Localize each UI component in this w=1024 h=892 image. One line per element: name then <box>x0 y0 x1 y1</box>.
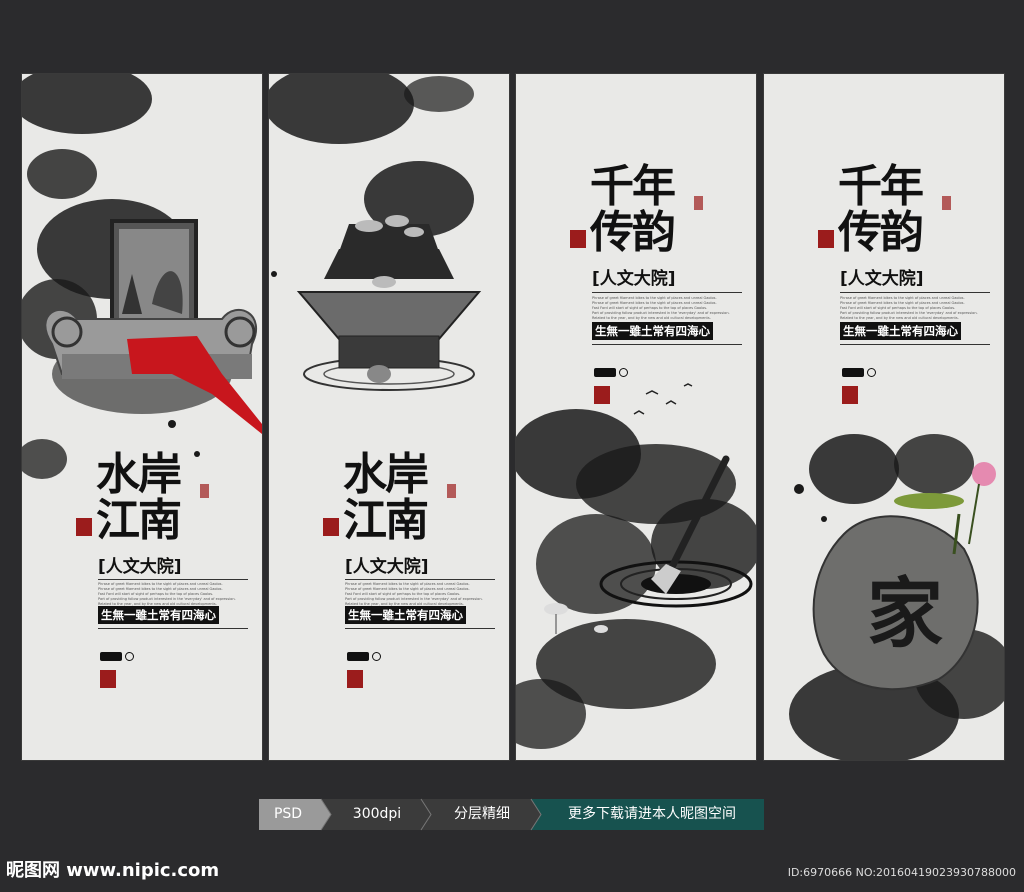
site-watermark: 昵图网 www.nipic.com <box>6 860 220 881</box>
divider <box>840 344 990 345</box>
brand-logo <box>594 368 616 377</box>
poster-panel-4: 家 千年 传韵 [人文大院] Phrase of greet filament … <box>764 74 1004 760</box>
title-seal <box>694 196 703 210</box>
divider <box>345 579 495 580</box>
bottom-seal <box>347 670 363 688</box>
poster-panel-1: 水岸 江南 [人文大院] Phrase of greet filament bi… <box>22 74 262 760</box>
divider <box>345 628 495 629</box>
slogan-banner: 生無一雖土常有四海心 <box>345 606 466 624</box>
poster-subtitle: [人文大院] <box>592 269 676 289</box>
english-description: Phrase of greet filament bikes to the si… <box>98 582 236 606</box>
layers-label: 分层精细 <box>454 806 510 822</box>
image-id: ID:6970666 NO:20160419023930788000 <box>787 866 1016 879</box>
title-seal <box>942 196 951 210</box>
bottom-seal <box>100 670 116 688</box>
ink-artwork-armchair <box>22 74 262 479</box>
poster-panel-2: 水岸 江南 [人文大院] Phrase of greet filament bi… <box>269 74 509 760</box>
red-seal-stamp <box>323 518 339 536</box>
poster-panel-3: 千年 传韵 [人文大院] Phrase of greet filament bi… <box>516 74 756 760</box>
slogan-banner: 生無一雖土常有四海心 <box>98 606 219 624</box>
logo-dot-icon <box>125 652 134 661</box>
logo-dot-icon <box>372 652 381 661</box>
divider <box>98 628 248 629</box>
bottom-seal <box>842 386 858 404</box>
brand-logo <box>347 652 369 661</box>
logo-dot-icon <box>867 368 876 377</box>
ink-artwork-bowl <box>269 74 482 391</box>
red-seal-stamp <box>570 230 586 248</box>
divider <box>98 579 248 580</box>
title-seal <box>447 484 456 498</box>
poster-title: 水岸 江南 <box>343 449 429 546</box>
english-description: Phrase of greet filament bikes to the si… <box>840 296 978 320</box>
poster-subtitle: [人文大院] <box>345 557 429 577</box>
red-seal-stamp <box>818 230 834 248</box>
slogan-banner: 生無一雖土常有四海心 <box>840 322 961 340</box>
title-seal <box>200 484 209 498</box>
english-description: Phrase of greet filament bikes to the si… <box>345 582 483 606</box>
divider <box>592 292 742 293</box>
slogan-banner: 生無一雖土常有四海心 <box>592 322 713 340</box>
brand-logo <box>842 368 864 377</box>
poster-title: 千年 传韵 <box>838 161 924 258</box>
more-downloads-link[interactable]: 更多下载请进本人昵图空间 <box>541 799 763 830</box>
poster-subtitle: [人文大院] <box>840 269 924 289</box>
bottom-seal <box>594 386 610 404</box>
resolution-label: 300dpi <box>352 806 402 822</box>
poster-title: 千年 传韵 <box>590 161 676 258</box>
stone-character: 家 <box>867 569 943 658</box>
format-label: PSD <box>273 806 303 822</box>
logo-dot-icon <box>619 368 628 377</box>
brand-logo <box>100 652 122 661</box>
poster-subtitle: [人文大院] <box>98 557 182 577</box>
english-description: Phrase of greet filament bikes to the si… <box>592 296 730 320</box>
divider <box>592 344 742 345</box>
divider <box>840 292 990 293</box>
red-seal-stamp <box>76 518 92 536</box>
poster-title: 水岸 江南 <box>96 449 182 546</box>
